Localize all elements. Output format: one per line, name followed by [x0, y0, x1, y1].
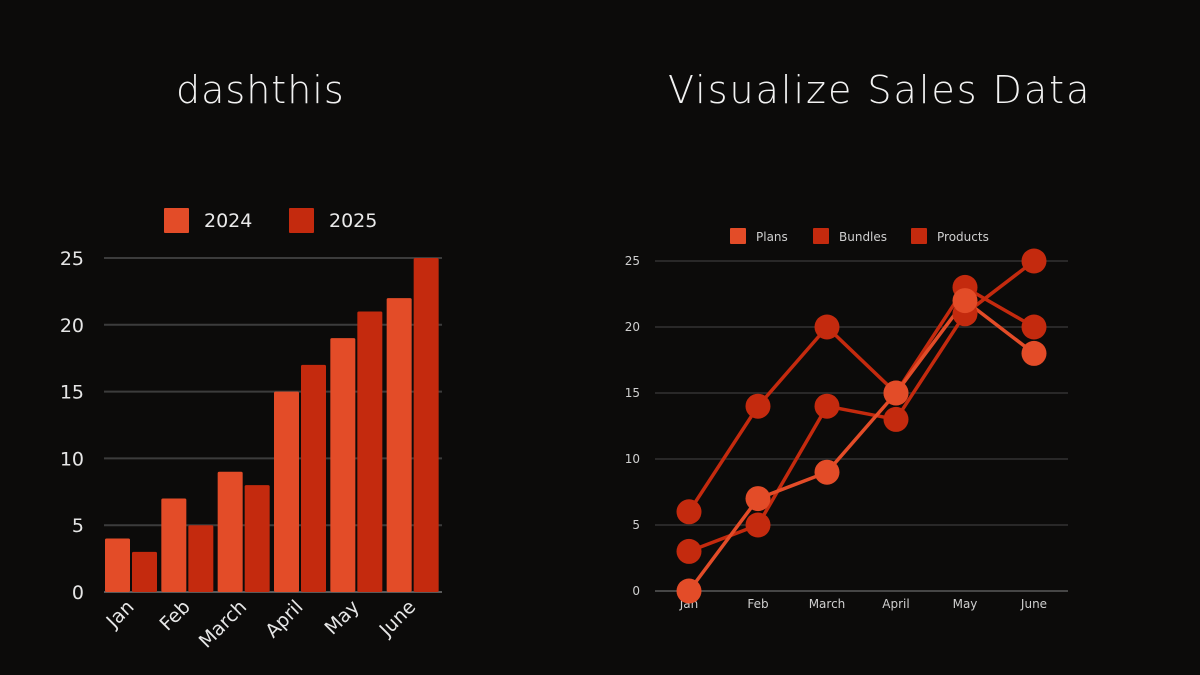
marker-Products-March: [814, 314, 840, 340]
legend-label-2024: 2024: [204, 210, 252, 232]
bar-2024-Jan: [105, 538, 130, 592]
bar-2024-Feb: [161, 498, 187, 592]
marker-Plans-Jan: [676, 578, 702, 604]
marker-Plans-May: [952, 288, 978, 314]
legend-label-Plans: Plans: [756, 230, 788, 244]
legend-label-Bundles: Bundles: [839, 230, 887, 244]
x-tick-label: June: [1020, 597, 1047, 611]
marker-Bundles-April: [883, 406, 909, 432]
bar-2025-May: [357, 311, 383, 592]
line-chart: 0510152025Jan Feb March April May JunePlans Bu…: [625, 228, 1068, 611]
legend-swatch-2025: [289, 208, 314, 233]
y-tick-label: 0: [632, 584, 640, 598]
y-tick-label: 0: [72, 582, 84, 604]
x-tick-label: April: [261, 596, 307, 642]
marker-Plans-March: [814, 459, 840, 485]
charts-canvas: 0510152025Jan Feb March April May June2024 202…: [60, 208, 1068, 652]
marker-Products-Feb: [745, 393, 771, 419]
marker-Products-June: [1021, 314, 1047, 340]
marker-Bundles-Jan: [676, 538, 702, 564]
bar-2024-April: [274, 391, 299, 592]
marker-Plans-June: [1021, 340, 1047, 366]
marker-Bundles-Feb: [745, 512, 771, 538]
bar-2025-Jan: [132, 551, 157, 592]
y-tick-label: 5: [632, 518, 640, 532]
marker-Plans-Feb: [745, 486, 771, 512]
legend-label-Products: Products: [937, 230, 989, 244]
y-tick-label: 25: [60, 248, 84, 270]
marker-Bundles-June: [1021, 248, 1047, 274]
y-tick-label: 20: [625, 320, 640, 334]
x-tick-label: April: [882, 597, 909, 611]
y-tick-label: 10: [625, 452, 640, 466]
legend-label-2025: 2025: [329, 210, 377, 232]
line-Plans: [687, 298, 1036, 593]
y-tick-label: 25: [625, 254, 640, 268]
legend-swatch-Bundles: [813, 228, 829, 244]
x-tick-label: May: [953, 597, 978, 611]
y-tick-label: 15: [60, 382, 84, 404]
bar-2025-April: [301, 364, 326, 592]
x-tick-label: Jan: [102, 596, 139, 633]
bar-chart: 0510152025Jan Feb March April May June2024 202…: [60, 208, 442, 652]
line-Bundles: [688, 259, 1036, 554]
x-tick-label: March: [195, 596, 252, 653]
legend-swatch-2024: [164, 208, 189, 233]
legend-swatch-Products: [911, 228, 927, 244]
marker-Bundles-March: [814, 393, 840, 419]
x-tick-label: May: [321, 596, 364, 639]
line-Products: [687, 285, 1035, 513]
bar-2025-Feb: [188, 525, 214, 592]
bar-2025-March: [244, 485, 270, 592]
marker-Products-Jan: [676, 499, 702, 525]
bar-2024-March: [217, 471, 243, 592]
marker-Plans-April: [883, 380, 909, 406]
bar-2025-June: [413, 258, 439, 592]
y-tick-label: 15: [625, 386, 640, 400]
x-tick-label: June: [375, 596, 421, 642]
x-tick-label: Feb: [156, 596, 195, 635]
bar-2024-May: [330, 338, 356, 592]
bar-2024-June: [386, 298, 412, 592]
legend-swatch-Plans: [730, 228, 746, 244]
x-tick-label: Feb: [747, 597, 768, 611]
y-tick-label: 10: [60, 448, 84, 470]
x-tick-label: March: [809, 597, 846, 611]
y-tick-label: 20: [60, 315, 84, 337]
y-tick-label: 5: [72, 515, 84, 537]
